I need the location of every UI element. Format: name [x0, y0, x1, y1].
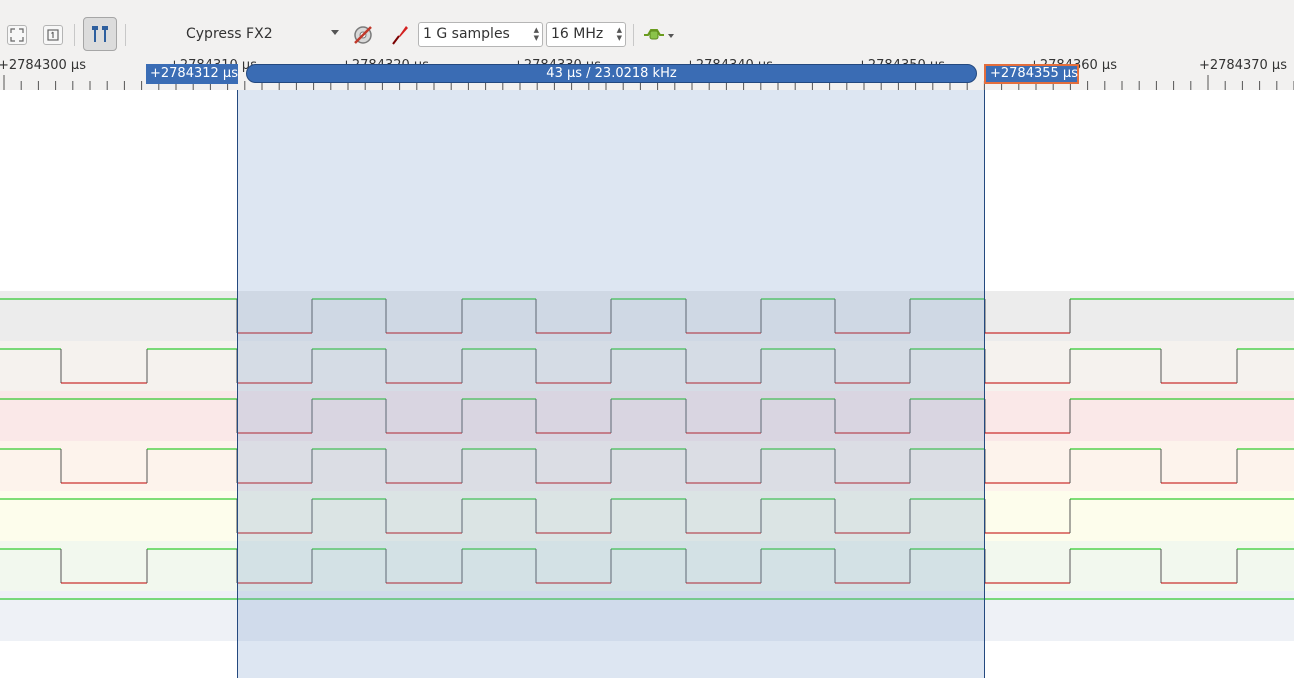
cursor-measure-bar[interactable]: 43 µs / 23.0218 kHz	[246, 64, 977, 83]
samplerate-spinbox[interactable]: 16 MHz ▲ ▼	[546, 22, 626, 47]
main-toolbar: Cypress FX2 1 G samples ▲ ▼ 16 MHz ▲ ▼	[0, 0, 1294, 55]
ruler-label: +2784370 µs	[1199, 58, 1287, 73]
cursor-selection-region	[237, 90, 985, 678]
spin-arrows-icon[interactable]: ▲ ▼	[534, 27, 539, 42]
cursor-left-flag[interactable]: +2784312 µs	[146, 64, 238, 84]
time-ruler[interactable]: +2784300 µs +2784310 µs +2784320 µs +278…	[0, 55, 1294, 90]
decoder-icon[interactable]	[642, 26, 678, 44]
device-selector[interactable]: Cypress FX2	[186, 26, 273, 42]
probe-icon[interactable]	[388, 22, 412, 48]
rate-value: 16 MHz	[551, 26, 604, 42]
cursors-icon[interactable]	[83, 17, 117, 51]
configure-device-icon[interactable]	[350, 22, 376, 48]
spin-arrows-icon[interactable]: ▲ ▼	[617, 27, 622, 42]
chevron-down-icon[interactable]	[331, 30, 339, 35]
zoom-one-to-one-icon[interactable]	[43, 25, 63, 45]
cursor-right-flag[interactable]: +2784355 µs	[984, 64, 1079, 84]
samples-value: 1 G samples	[423, 26, 510, 42]
ruler-label: +2784300 µs	[0, 58, 86, 73]
samples-spinbox[interactable]: 1 G samples ▲ ▼	[418, 22, 543, 47]
toolbar-separator	[125, 24, 126, 46]
zoom-fit-icon[interactable]	[7, 25, 27, 45]
toolbar-separator	[74, 24, 75, 46]
toolbar-separator	[633, 24, 634, 46]
